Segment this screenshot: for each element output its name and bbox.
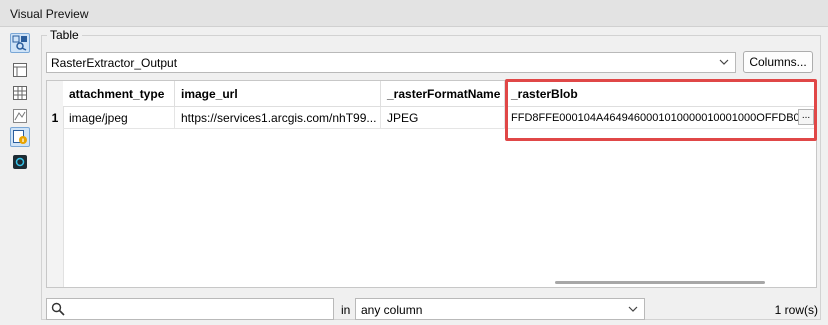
column-header[interactable]: _rasterBlob <box>505 81 816 107</box>
row-count: 1 row(s) <box>774 303 818 317</box>
table-grid-button[interactable] <box>10 83 30 103</box>
feature-inspect-button[interactable] <box>10 33 30 53</box>
table-cell-blob[interactable]: FFD8FFE000104A4649460001010000010001000O… <box>505 107 817 129</box>
column-header[interactable]: _rasterFormatName <box>381 81 505 107</box>
in-label: in <box>341 303 351 317</box>
layout-panel-button[interactable] <box>10 60 30 80</box>
chevron-down-icon <box>628 306 638 312</box>
panel-title: Visual Preview <box>10 7 89 21</box>
table-grid-icon <box>13 86 27 100</box>
chevron-down-icon <box>719 59 729 65</box>
table-cell[interactable]: JPEG <box>381 107 505 129</box>
layout-panel-icon <box>13 63 27 77</box>
search-icon <box>51 302 65 316</box>
data-table: attachment_type image_url _rasterFormatN… <box>46 80 817 288</box>
blob-value: FFD8FFE000104A4649460001010000010001000O… <box>511 112 817 124</box>
table-cell[interactable]: image/jpeg <box>63 107 175 129</box>
panel-titlebar: Visual Preview <box>0 0 828 27</box>
graphics-view-button[interactable] <box>10 106 30 126</box>
table-group-label: Table <box>47 28 82 42</box>
graphics-view-icon <box>13 109 27 123</box>
feature-inspect-icon <box>12 35 27 51</box>
column-header[interactable]: attachment_type <box>63 81 175 107</box>
info-panel-button[interactable] <box>10 127 30 147</box>
row-number[interactable]: 1 <box>47 107 63 129</box>
column-scope-value: any column <box>361 303 423 317</box>
dataset-select[interactable]: RasterExtractor_Output <box>46 52 736 73</box>
expand-value-button[interactable]: ... <box>798 109 814 125</box>
tool-rail <box>0 27 40 325</box>
info-panel-icon <box>13 130 27 144</box>
horizontal-scrollbar[interactable] <box>555 281 765 284</box>
dataset-select-value: RasterExtractor_Output <box>51 56 178 70</box>
column-header[interactable]: image_url <box>175 81 381 107</box>
dark-preview-icon <box>13 155 27 169</box>
dark-preview-button[interactable] <box>10 152 30 172</box>
column-scope-select[interactable]: any column <box>355 298 645 320</box>
table-cell[interactable]: https://services1.arcgis.com/nhT99... <box>175 107 381 129</box>
search-field[interactable] <box>46 298 334 320</box>
columns-button[interactable]: Columns... <box>743 51 813 73</box>
